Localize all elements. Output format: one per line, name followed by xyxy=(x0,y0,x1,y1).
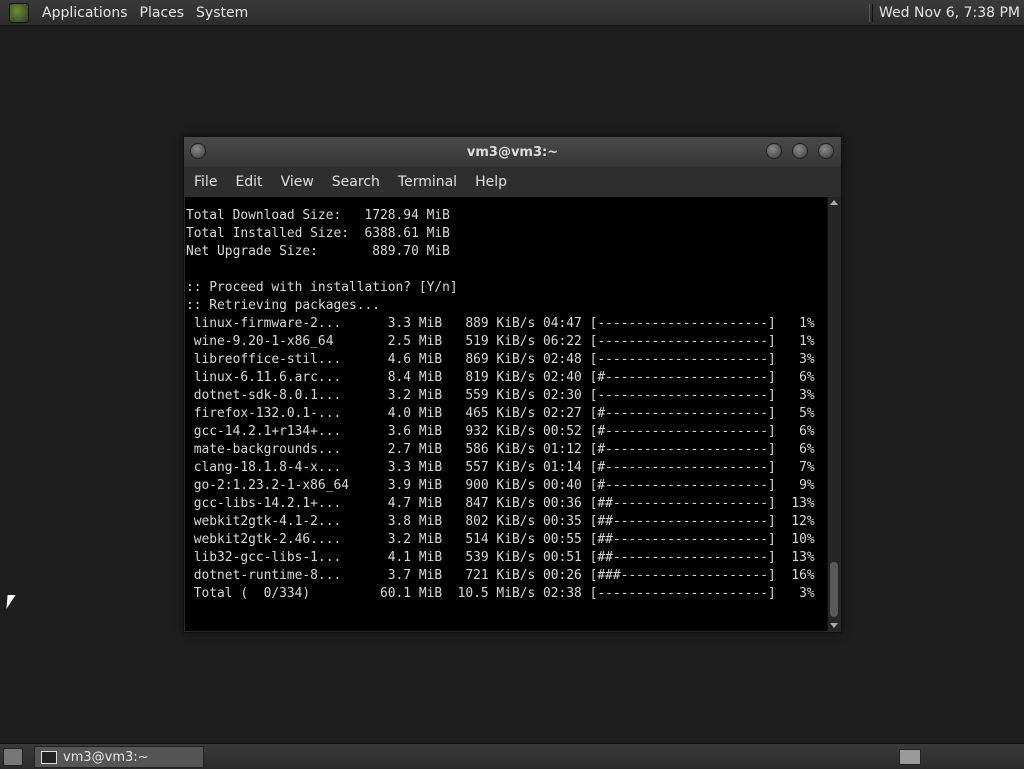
window-menubar: File Edit View Search Terminal Help xyxy=(184,167,841,197)
menu-system[interactable]: System xyxy=(190,5,254,21)
term-line: go-2:1.23.2-1-x86_64 3.9 MiB 900 KiB/s 0… xyxy=(186,478,815,493)
window-titlebar[interactable]: vm3@vm3:~ xyxy=(184,137,841,167)
term-line: linux-firmware-2... 3.3 MiB 889 KiB/s 04… xyxy=(186,316,815,331)
workspace-switcher[interactable] xyxy=(899,749,921,765)
term-line: Total Download Size: 1728.94 MiB xyxy=(186,208,450,223)
menu-view[interactable]: View xyxy=(271,174,322,190)
window-menu-icon[interactable] xyxy=(190,143,206,159)
mate-logo-icon[interactable] xyxy=(9,2,29,23)
terminal-window: vm3@vm3:~ File Edit View Search Terminal… xyxy=(183,136,842,633)
taskbar-item-label: vm3@vm3:~ xyxy=(63,749,149,765)
menu-search[interactable]: Search xyxy=(322,174,388,190)
scrollbar-thumb[interactable] xyxy=(830,562,838,617)
terminal-scrollbar[interactable] xyxy=(827,197,841,631)
term-line: dotnet-sdk-8.0.1... 3.2 MiB 559 KiB/s 02… xyxy=(186,388,815,403)
close-icon[interactable] xyxy=(818,143,834,159)
term-line: clang-18.1.8-4-x... 3.3 MiB 557 KiB/s 01… xyxy=(186,460,815,475)
menu-help[interactable]: Help xyxy=(465,174,515,190)
menu-places[interactable]: Places xyxy=(134,5,191,21)
term-line: webkit2gtk-4.1-2... 3.8 MiB 802 KiB/s 00… xyxy=(186,514,815,529)
term-line: mate-backgrounds... 2.7 MiB 586 KiB/s 01… xyxy=(186,442,815,457)
menu-edit[interactable]: Edit xyxy=(225,174,270,190)
maximize-icon[interactable] xyxy=(792,143,808,159)
term-line: lib32-gcc-libs-1... 4.1 MiB 539 KiB/s 00… xyxy=(186,550,815,565)
menu-applications[interactable]: Applications xyxy=(36,5,134,21)
term-line: webkit2gtk-2.46.... 3.2 MiB 514 KiB/s 00… xyxy=(186,532,815,547)
minimize-icon[interactable] xyxy=(766,143,782,159)
term-line: :: Proceed with installation? [Y/n] xyxy=(186,280,458,295)
term-line: firefox-132.0.1-... 4.0 MiB 465 KiB/s 02… xyxy=(186,406,815,421)
terminal-text: Total Download Size: 1728.94 MiB Total I… xyxy=(185,197,827,603)
menu-file[interactable]: File xyxy=(184,174,225,190)
term-line: Total ( 0/334) 60.1 MiB 10.5 MiB/s 02:38… xyxy=(186,586,815,601)
menu-terminal[interactable]: Terminal xyxy=(388,174,465,190)
top-panel: Applications Places System Wed Nov 6, 7:… xyxy=(0,0,1024,26)
term-line: :: Retrieving packages... xyxy=(186,298,381,313)
term-line: gcc-libs-14.2.1+... 4.7 MiB 847 KiB/s 00… xyxy=(186,496,815,511)
show-desktop-icon[interactable] xyxy=(3,748,23,766)
taskbar-item-terminal[interactable]: vm3@vm3:~ xyxy=(34,746,204,768)
panel-separator xyxy=(869,3,874,22)
term-line: gcc-14.2.1+r134+... 3.6 MiB 932 KiB/s 00… xyxy=(186,424,815,439)
term-line: linux-6.11.6.arc... 8.4 MiB 819 KiB/s 02… xyxy=(186,370,815,385)
scroll-down-icon[interactable] xyxy=(830,623,838,628)
clock[interactable]: Wed Nov 6, 7:38 PM xyxy=(879,5,1020,21)
terminal-output[interactable]: Total Download Size: 1728.94 MiB Total I… xyxy=(185,197,827,631)
term-line: libreoffice-stil... 4.6 MiB 869 KiB/s 02… xyxy=(186,352,815,367)
window-title: vm3@vm3:~ xyxy=(466,144,559,160)
mouse-cursor-icon xyxy=(6,595,16,609)
bottom-panel: vm3@vm3:~ xyxy=(0,743,1024,769)
term-line: wine-9.20-1-x86_64 2.5 MiB 519 KiB/s 06:… xyxy=(186,334,815,349)
term-line: Total Installed Size: 6388.61 MiB xyxy=(186,226,450,241)
terminal-icon xyxy=(41,750,57,764)
term-line: dotnet-runtime-8... 3.7 MiB 721 KiB/s 00… xyxy=(186,568,815,583)
scroll-up-icon[interactable] xyxy=(830,200,838,205)
term-line: Net Upgrade Size: 889.70 MiB xyxy=(186,244,450,259)
